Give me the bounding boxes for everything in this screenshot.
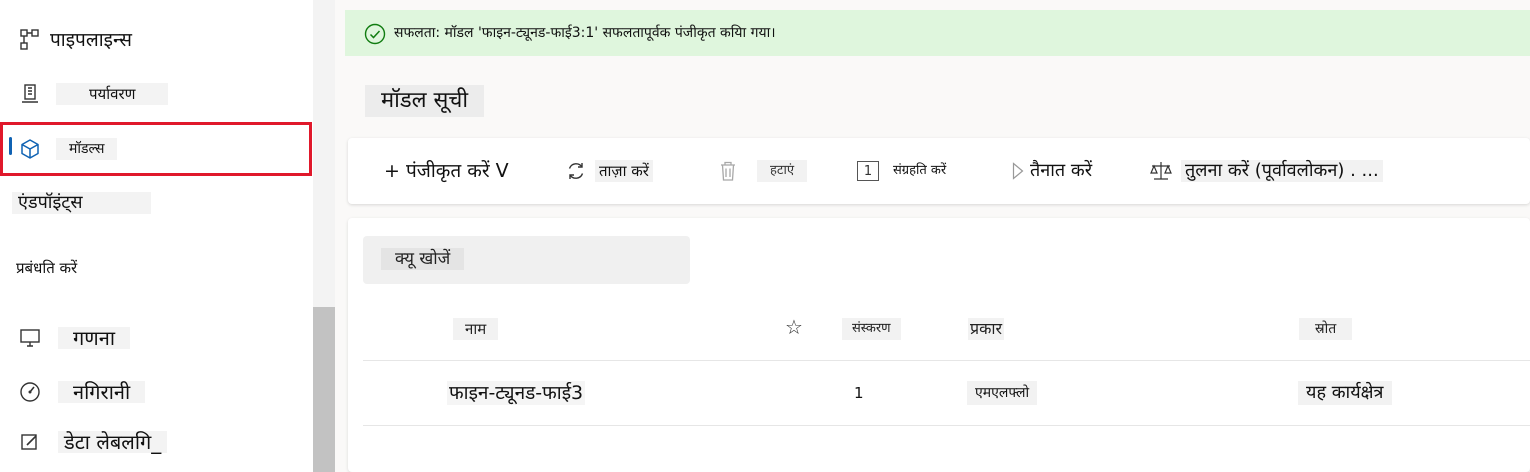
success-message: सफलता: मॉडल 'फाइन-ट्यूनड-फाई3:1' सफलतापू…: [394, 25, 776, 41]
favorite-star-icon[interactable]: ☆: [785, 315, 803, 339]
model-version: 1: [854, 384, 864, 402]
nav-label-pipelines: पाइपलाइन्स: [50, 29, 132, 51]
archive-button[interactable]: 1 संग्रहति करें: [857, 138, 950, 204]
page-title: मॉडल सूची: [365, 85, 485, 117]
nav-item-models[interactable]: मॉडल्स: [0, 122, 312, 176]
edit-label-icon: [19, 431, 41, 453]
model-type: एमएलफ्लो: [967, 381, 1038, 405]
trash-icon: [717, 160, 739, 182]
nav-item-monitoring[interactable]: नगिरानी: [0, 372, 313, 412]
delete-button-label: हटाएं: [757, 160, 808, 182]
compare-button-label: तुलना करें (पूर्वावलोकन) . ...: [1181, 160, 1383, 182]
nav-item-pipelines[interactable]: पाइपलाइन्स: [0, 20, 313, 60]
play-icon: [1012, 160, 1024, 182]
app-root: पाइपलाइन्स पर्यावरण मॉडल्स एंडपॉइंट्स प्…: [0, 0, 1530, 472]
row-divider: [363, 425, 1530, 426]
nav-label-endpoints: एंडपॉइंट्स: [12, 192, 151, 214]
nav-item-environments[interactable]: पर्यावरण: [0, 74, 313, 114]
main-content: सफलता: मॉडल 'फाइन-ट्यूनड-फाई3:1' सफलतापू…: [335, 0, 1530, 472]
nav-item-compute[interactable]: गणना: [0, 318, 313, 358]
column-header-type[interactable]: प्रकार: [968, 318, 1005, 340]
selected-indicator: [9, 137, 12, 155]
environment-icon: [19, 83, 41, 105]
refresh-icon: [565, 160, 587, 182]
column-header-name[interactable]: नाम: [453, 318, 499, 340]
deploy-button[interactable]: तैनात करें: [1012, 138, 1092, 204]
nav-label-models: मॉडल्स: [56, 138, 118, 160]
delete-button[interactable]: हटाएं: [717, 138, 808, 204]
monitor-gauge-icon: [19, 381, 41, 403]
manage-section-heading: प्रबंधति करें: [16, 259, 78, 277]
search-input[interactable]: क्यू खोजें: [363, 236, 690, 284]
register-button[interactable]: + पंजीकृत करें ᐯ: [384, 138, 509, 204]
compare-button[interactable]: तुलना करें (पूर्वावलोकन) . ...: [1149, 138, 1383, 204]
pipeline-icon: [19, 29, 41, 51]
success-check-icon: [364, 23, 386, 45]
search-placeholder: क्यू खोजें: [381, 248, 465, 270]
refresh-button[interactable]: ताज़ा करें: [565, 138, 653, 204]
command-bar: + पंजीकृत करें ᐯ ताज़ा करें हटाएं 1 संग्…: [348, 138, 1530, 204]
deploy-button-label: तैनात करें: [1030, 160, 1093, 181]
nav-label-data-labeling: डेटा लेबलगि_: [58, 431, 168, 453]
refresh-button-label: ताज़ा करें: [595, 160, 653, 182]
model-name-link[interactable]: फाइन-ट्यूनड-फाई3: [447, 381, 586, 405]
model-list-card: क्यू खोजें नाम ☆ संस्करण प्रकार स्रोत फा…: [348, 218, 1530, 472]
header-divider: [363, 360, 1530, 361]
sidebar-scrollbar-thumb[interactable]: [313, 307, 335, 472]
success-banner: सफलता: मॉडल 'फाइन-ट्यूनड-फाई3:1' सफलतापू…: [345, 10, 1530, 56]
nav-label-environments: पर्यावरण: [56, 83, 169, 105]
nav-label-monitoring: नगिरानी: [58, 381, 146, 403]
nav-label-compute: गणना: [58, 327, 130, 349]
compute-icon: [19, 327, 41, 349]
left-nav: पाइपलाइन्स पर्यावरण मॉडल्स एंडपॉइंट्स प्…: [0, 0, 313, 472]
scale-icon: [1149, 160, 1173, 182]
nav-item-endpoints[interactable]: एंडपॉइंट्स: [0, 183, 313, 223]
register-button-label: + पंजीकृत करें ᐯ: [384, 160, 509, 182]
model-source: यह कार्यक्षेत्र: [1298, 381, 1392, 405]
archive-button-label: संग्रहति करें: [893, 163, 947, 178]
column-header-source[interactable]: स्रोत: [1299, 318, 1353, 340]
nav-item-data-labeling[interactable]: डेटा लेबलगि_: [0, 422, 313, 462]
cube-icon: [19, 138, 41, 160]
column-header-version[interactable]: संस्करण: [842, 318, 901, 340]
archive-count-badge: 1: [857, 161, 879, 181]
